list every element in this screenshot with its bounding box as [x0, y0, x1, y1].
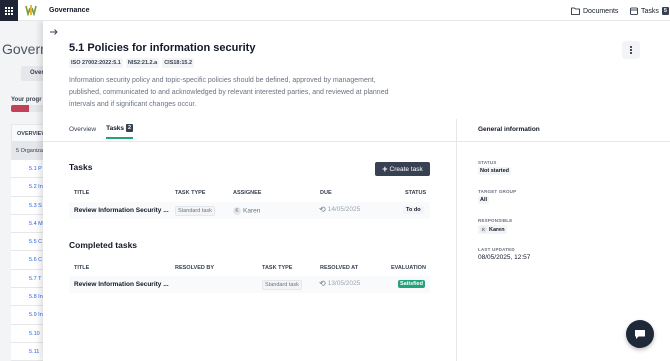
background-tab-overview[interactable]: Overv — [21, 66, 45, 81]
tab-overview-label: Overview — [69, 125, 97, 133]
calendar-icon — [630, 7, 638, 15]
tab-overview[interactable]: Overview — [69, 124, 96, 139]
create-task-button[interactable]: + Create task — [375, 162, 430, 176]
top-bar: Governance Documents Tasks 5 — [0, 0, 670, 21]
more-vertical-icon — [630, 46, 632, 54]
clock-icon: ⟲ — [319, 205, 326, 214]
control-detail-panel: 5.1 Policies for information security IS… — [43, 21, 670, 361]
table-row[interactable]: Review Information Security ... Standard… — [69, 276, 430, 293]
background-progress-bar — [11, 105, 43, 112]
column-due: DUE — [320, 190, 332, 196]
tab-tasks[interactable]: Tasks 2 — [106, 124, 134, 139]
create-task-label: Create task — [389, 165, 423, 173]
assignee: K Karen — [233, 207, 260, 215]
arrow-right-icon[interactable] — [48, 26, 59, 37]
column-resolved-by: RESOLVED BY — [175, 265, 215, 271]
column-title: TITLE — [74, 190, 90, 196]
column-status: STATUS — [405, 190, 427, 196]
completed-tasks-heading: Completed tasks — [69, 240, 138, 250]
framework-tag: CIS18:15.2 — [162, 58, 195, 68]
tab-tasks-label: Tasks — [106, 124, 125, 132]
column-assignee: ASSIGNEE — [233, 190, 262, 196]
background-page-title: Govern — [2, 41, 48, 57]
status-label: STATUS — [478, 160, 497, 165]
target-group-value[interactable]: All — [478, 196, 490, 204]
table-row[interactable]: Review Information Security ... Standard… — [69, 202, 430, 219]
framework-tags: ISO 27002:2022:5.1 NIS2:21.2.a CIS18:15.… — [69, 58, 195, 68]
status-value[interactable]: Not started — [478, 167, 512, 175]
more-options-button[interactable] — [622, 41, 640, 59]
column-task-type: TASK TYPE — [262, 265, 293, 271]
last-updated-value: 08/05/2025, 12:57 — [478, 254, 531, 261]
tab-tasks-count: 2 — [126, 124, 134, 132]
assignee-name: Karen — [243, 207, 261, 215]
framework-tag: ISO 27002:2022:5.1 — [69, 58, 123, 68]
general-information-heading: General information — [478, 126, 540, 133]
app-name: Governance — [49, 7, 90, 14]
tasks-content: Tasks + Create task TITLE TASK TYPE ASSI… — [43, 141, 456, 361]
evaluation-badge: Satisfied — [398, 280, 425, 288]
resolved-at: ⟲ 13/05/2025 — [319, 279, 360, 288]
responsible-value[interactable]: K Karen — [478, 225, 507, 234]
panel-tabs: Overview Tasks 2 — [69, 124, 134, 139]
tasks-count-badge: 5 — [661, 7, 669, 15]
folder-icon — [571, 7, 580, 15]
control-description: Information security policy and topic-sp… — [69, 77, 389, 108]
column-task-type: TASK TYPE — [175, 190, 206, 196]
task-type-badge: Standard task — [262, 280, 302, 290]
framework-tag: NIS2:21.2.a — [125, 58, 160, 68]
plus-icon: + — [382, 163, 388, 174]
tasks-label: Tasks — [641, 7, 659, 15]
avatar: K — [233, 207, 241, 215]
due-date-value: 14/05/2025 — [327, 206, 361, 214]
background-progress-label: Your progr — [11, 97, 42, 103]
app-grid-icon[interactable] — [0, 0, 18, 21]
tasks-heading: Tasks — [69, 162, 93, 172]
task-type-badge: Standard task — [175, 206, 215, 216]
resolved-at-value: 13/05/2025 — [327, 280, 361, 288]
divider — [457, 141, 670, 142]
target-group-label: TARGET GROUP — [478, 189, 517, 194]
panel-title: 5.1 Policies for information security — [69, 42, 256, 54]
logo-icon — [25, 4, 37, 16]
due-date: ⟲ 14/05/2025 — [319, 205, 360, 214]
responsible-label: RESPONSIBLE — [478, 218, 513, 223]
background-progress-fill — [11, 105, 29, 112]
documents-button[interactable]: Documents — [571, 5, 618, 17]
avatar: K — [480, 226, 487, 233]
task-title: Review Information Security ... — [74, 207, 169, 214]
chat-icon — [635, 329, 645, 339]
task-title: Review Information Security ... — [74, 281, 169, 288]
column-evaluation: EVALUATION — [391, 265, 426, 271]
clock-icon: ⟲ — [319, 279, 326, 288]
status-badge: To do — [403, 206, 424, 214]
column-title: TITLE — [74, 265, 90, 271]
responsible-name: Karen — [489, 226, 505, 233]
documents-label: Documents — [583, 7, 619, 15]
tasks-button[interactable]: Tasks 5 — [630, 5, 669, 17]
chat-button[interactable] — [626, 320, 654, 348]
column-resolved-at: RESOLVED AT — [320, 265, 359, 271]
last-updated-label: LAST UPDATED — [478, 247, 515, 252]
